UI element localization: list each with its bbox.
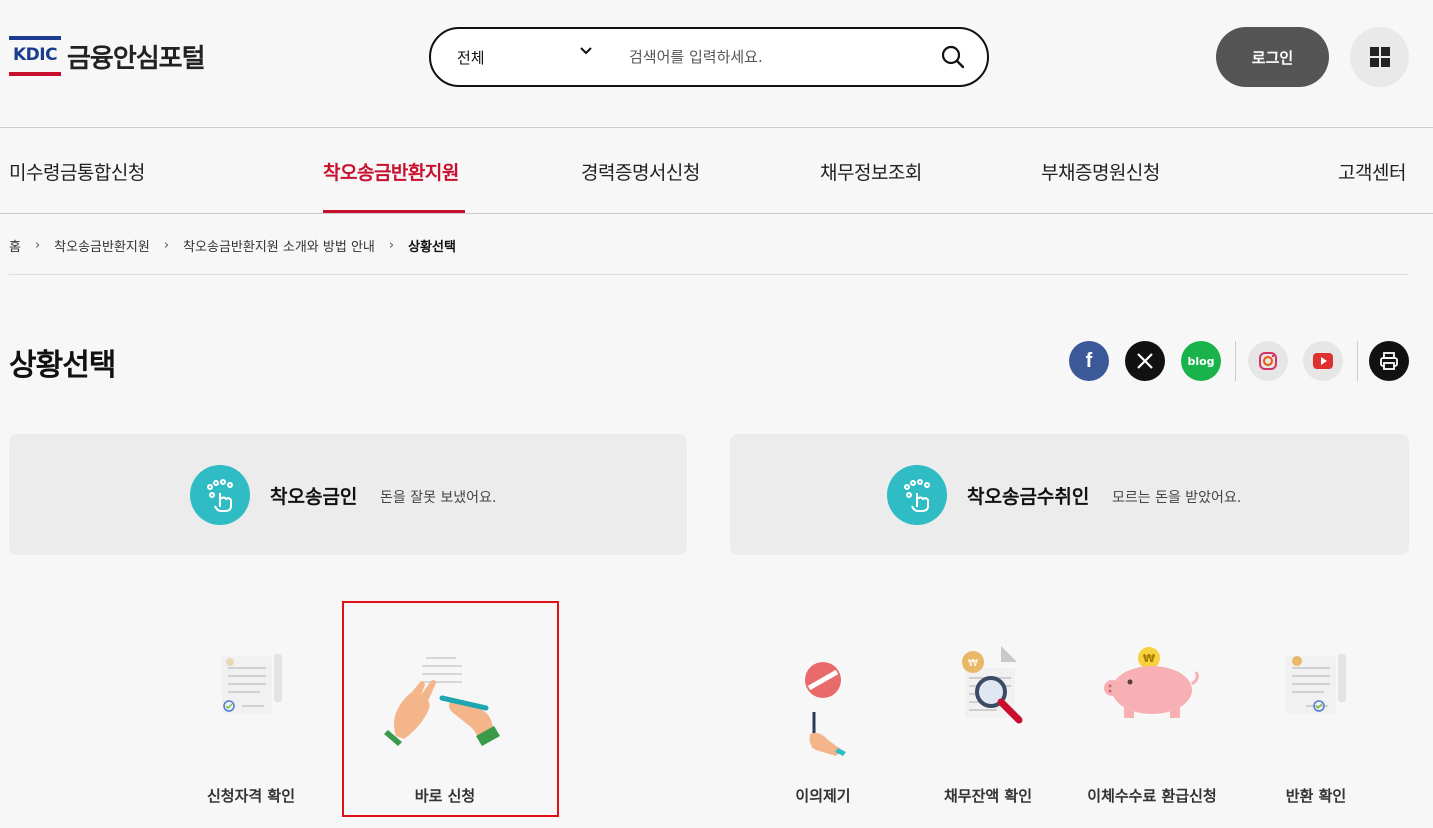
- kdic-logo-mark: KDIC: [9, 36, 61, 76]
- tab-receiver-desc: 모르는 돈을 받았어요.: [1112, 490, 1242, 506]
- nav-item-mistransfer[interactable]: 착오송금반환지원: [323, 158, 459, 185]
- facebook-icon[interactable]: f: [1069, 341, 1109, 381]
- chevron-down-icon[interactable]: [579, 43, 593, 62]
- divider: [1357, 341, 1358, 381]
- tab-sender-desc: 돈을 잘못 보냈어요.: [380, 490, 497, 506]
- piggy-bank-icon[interactable]: ₩: [1102, 642, 1202, 720]
- login-button[interactable]: 로그인: [1216, 27, 1329, 87]
- nav-item-career-certificate[interactable]: 경력증명서신청: [581, 158, 700, 185]
- x-icon[interactable]: [1125, 341, 1165, 381]
- breadcrumb-home[interactable]: 홈: [9, 236, 21, 255]
- print-icon[interactable]: [1369, 341, 1409, 381]
- breadcrumb-item[interactable]: 착오송금반환지원: [54, 236, 150, 255]
- document-check-icon[interactable]: [216, 648, 296, 718]
- breadcrumb-current: 상황선택: [408, 240, 456, 255]
- menu-grid-button[interactable]: [1350, 27, 1409, 87]
- touch-icon: [190, 465, 250, 525]
- divider: [1235, 341, 1236, 381]
- instagram-icon[interactable]: [1248, 341, 1288, 381]
- logo-title: 금융안심포털: [67, 43, 206, 74]
- svg-text:₩: ₩: [968, 658, 978, 669]
- search-input[interactable]: [627, 41, 927, 73]
- objection-sign-icon[interactable]: [800, 658, 850, 758]
- divider: [0, 127, 1433, 128]
- nav-item-unclaimed[interactable]: 미수령금통합신청: [9, 158, 145, 185]
- search-icon[interactable]: [939, 43, 967, 71]
- divider: [9, 274, 1409, 275]
- svg-text:₩: ₩: [1143, 652, 1155, 665]
- search-bar: 전체: [429, 27, 989, 87]
- youtube-icon[interactable]: [1303, 341, 1343, 381]
- item-return-check[interactable]: 반환 확인: [1216, 785, 1416, 806]
- touch-icon: [887, 465, 947, 525]
- breadcrumb-item[interactable]: 착오송금반환지원 소개와 방법 안내: [183, 236, 375, 255]
- debt-balance-search-icon[interactable]: ₩: [957, 644, 1031, 730]
- nav-item-debt-info[interactable]: 채무정보조회: [820, 158, 922, 185]
- tab-sender-name: 착오송금인: [270, 486, 358, 508]
- breadcrumb: 홈 › 착오송금반환지원 › 착오송금반환지원 소개와 방법 안내 › 상황선택: [9, 236, 456, 255]
- nav-item-customer-center[interactable]: 고객센터: [1338, 158, 1406, 185]
- search-scope-select[interactable]: 전체: [457, 47, 485, 68]
- divider: [0, 213, 1433, 214]
- chevron-right-icon: ›: [163, 238, 170, 253]
- blog-icon[interactable]: blog: [1181, 341, 1221, 381]
- return-check-icon[interactable]: [1280, 648, 1360, 718]
- logo[interactable]: KDIC 금융안심포털: [9, 36, 206, 76]
- tab-sender[interactable]: 착오송금인 돈을 잘못 보냈어요.: [9, 434, 687, 555]
- item-eligibility-check[interactable]: 신청자격 확인: [151, 785, 351, 806]
- tab-receiver-name: 착오송금수취인: [967, 486, 1090, 508]
- chevron-right-icon: ›: [388, 238, 395, 253]
- page-title: 상황선택: [9, 348, 116, 383]
- chevron-right-icon: ›: [34, 238, 41, 253]
- tab-receiver[interactable]: 착오송금수취인 모르는 돈을 받았어요.: [730, 434, 1409, 555]
- nav-item-debt-certificate[interactable]: 부채증명원신청: [1041, 158, 1160, 185]
- highlight-box: [342, 601, 559, 817]
